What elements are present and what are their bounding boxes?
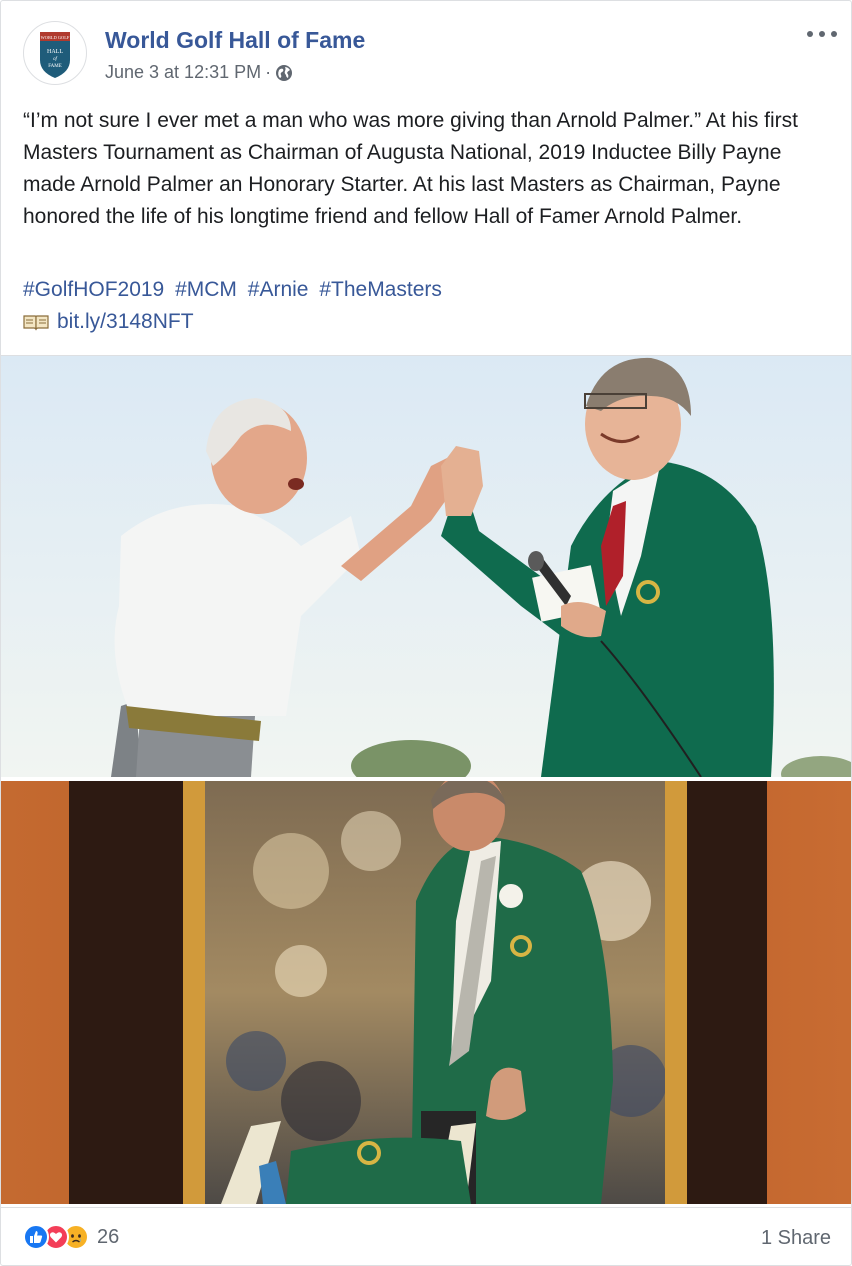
page-avatar[interactable]: WORLD GOLF HALL of FAME: [23, 21, 87, 85]
post-footer: 26 1 Share: [1, 1207, 851, 1265]
logo-line-3: of: [53, 57, 57, 62]
hashtag-list: #GolfHOF2019 #MCM #Arnie #TheMasters: [23, 274, 447, 306]
post-photo-1[interactable]: [1, 355, 851, 777]
hashtag-arnie[interactable]: #Arnie: [248, 278, 309, 301]
like-icon: [23, 1224, 49, 1250]
reaction-summary[interactable]: 26: [23, 1224, 119, 1250]
logo-line-2: HALL: [47, 49, 63, 55]
reaction-count: 26: [97, 1225, 120, 1248]
post-message: “I’m not sure I ever met a man who was m…: [23, 109, 798, 228]
dot: [807, 31, 813, 37]
dot: [819, 31, 825, 37]
thumbs-up-glyph: [30, 1231, 43, 1243]
heart-glyph: [49, 1232, 63, 1243]
hashtag-golfhof2019[interactable]: #GolfHOF2019: [23, 278, 164, 301]
meta-separator: ·: [265, 62, 272, 82]
page-name-link[interactable]: World Golf Hall of Fame: [105, 27, 365, 54]
logo-line-1: WORLD GOLF: [41, 35, 70, 40]
post-timestamp[interactable]: June 3 at 12:31 PM: [105, 62, 261, 83]
post-header: WORLD GOLF HALL of FAME World Golf Hall …: [1, 1, 851, 101]
post-meta: June 3 at 12:31 PM ·: [105, 62, 293, 83]
post-card: WORLD GOLF HALL of FAME World Golf Hall …: [0, 0, 852, 1266]
globe-icon[interactable]: [275, 64, 293, 82]
open-book-icon: [23, 315, 49, 331]
post-photo-2[interactable]: [1, 781, 851, 1204]
photo-high-five: [1, 356, 851, 777]
share-count-link[interactable]: 1 Share: [761, 1227, 831, 1250]
more-options-button[interactable]: [807, 23, 837, 45]
logo-line-4: FAME: [48, 64, 62, 69]
link-line: bit.ly/3148NFT: [23, 306, 194, 338]
photo-chair-tribute: [1, 781, 851, 1204]
hashtag-mcm[interactable]: #MCM: [175, 278, 237, 301]
dot: [831, 31, 837, 37]
hall-of-fame-logo: WORLD GOLF HALL of FAME: [40, 32, 70, 78]
external-link[interactable]: bit.ly/3148NFT: [57, 306, 194, 338]
hashtag-themasters[interactable]: #TheMasters: [319, 278, 442, 301]
